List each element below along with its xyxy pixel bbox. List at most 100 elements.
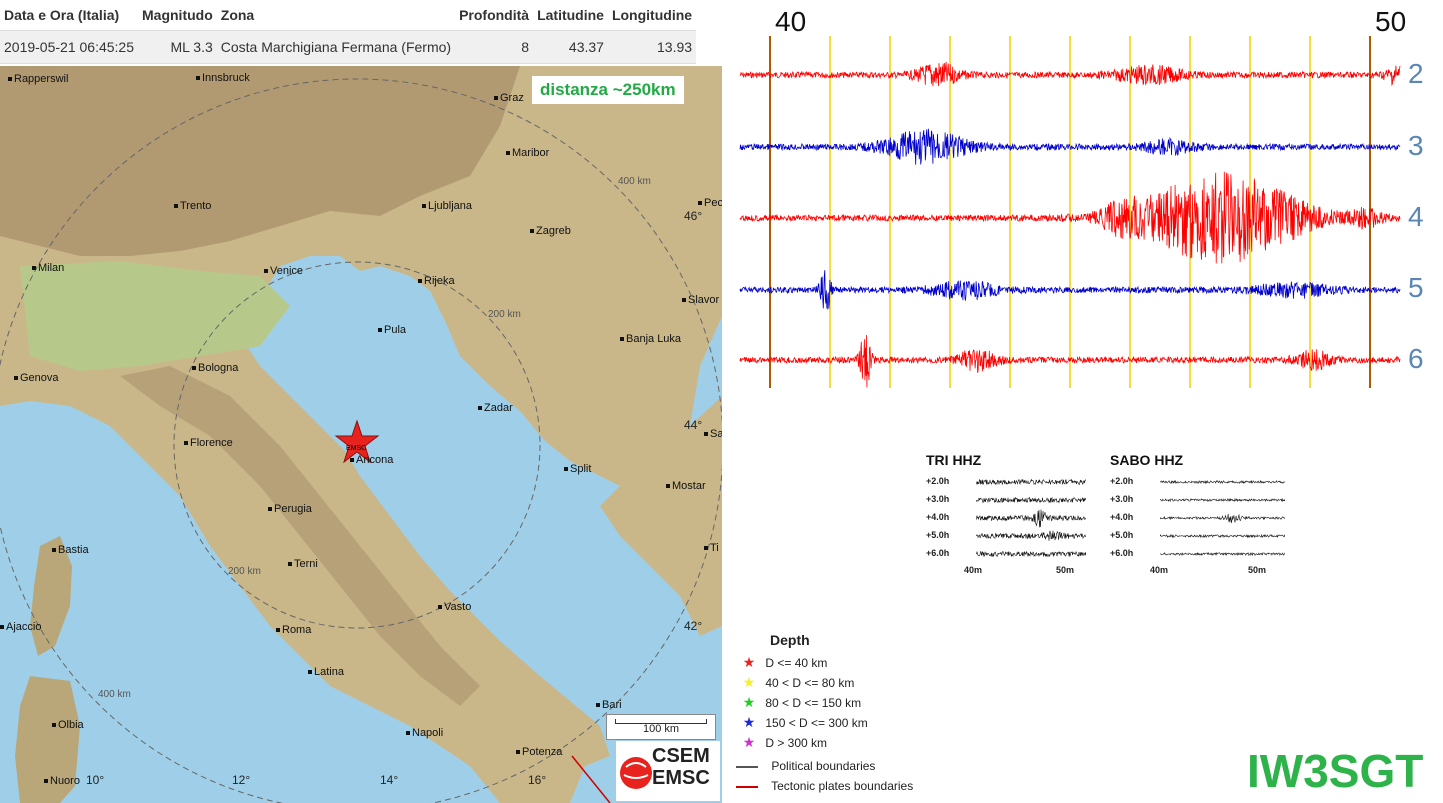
lon-label: 12° [232,773,251,787]
helicorder-row-label: +3.0h [926,494,950,504]
globe-icon [620,757,652,789]
legend-label: Political boundaries [771,759,876,773]
legend-label: D <= 40 km [765,656,828,670]
city-label: Milan [32,262,64,274]
legend-label: Tectonic plates boundaries [771,779,914,793]
star-icon: ★ [742,714,756,730]
helicorder-row-label: +2.0h [926,476,950,486]
cell-datetime: 2019-05-21 06:45:25 [0,30,138,64]
star-icon: ★ [742,734,756,750]
legend-item: ★ 150 < D <= 300 km [736,714,868,731]
table-header-row: Data e Ora (Italia) Magnitudo Zona Profo… [0,0,696,31]
ring-label: 400 km [98,689,131,700]
helicorder-row-label: +3.0h [1110,494,1134,504]
star-icon: ★ [742,694,756,710]
legend-title: Depth [770,632,810,648]
helicorder-title: SABO HHZ [1110,452,1184,468]
helicorder-plot [1160,479,1285,557]
city-label: Zagreb [530,225,571,237]
helicorder-trace [976,496,1086,504]
city-label: Roma [276,624,311,636]
city-label: Vasto [438,601,471,613]
trace-number: 2 [1408,58,1424,89]
star-icon: ★ [742,654,756,670]
city-label: Rijeka [418,275,455,287]
col-latitude: Latitudine [537,7,604,23]
trace-number: 6 [1408,343,1424,374]
earthquake-table: Data e Ora (Italia) Magnitudo Zona Profo… [0,0,697,64]
ring-label: 400 km [618,176,651,187]
city-label: Ti [704,542,719,554]
legend-item: ★ D > 300 km [736,734,827,751]
city-label: Maribor [506,147,549,159]
city-label: Napoli [406,727,443,739]
legend-label: 80 < D <= 150 km [765,696,862,710]
col-longitude: Longitudine [611,7,693,23]
city-label: Bari [596,699,622,711]
city-label: Bastia [52,544,89,556]
political-boundary-swatch [736,765,758,768]
scale-bar: 100 km [606,714,716,740]
city-label: Ancona [350,454,393,466]
helicorder-sabo: SABO HHZ +2.0h +3.0h +4.0h +5.0h +6.0h 4… [1110,452,1285,577]
city-label: Pula [378,324,406,336]
legend-line-item: Tectonic plates boundaries [736,779,913,793]
city-label: Split [564,463,591,475]
tectonic-boundary-swatch [736,785,758,788]
cell-longitude: 13.93 [607,30,697,64]
helicorder-tri: TRI HHZ +2.0h +3.0h +4.0h +5.0h +6.0h 40… [926,452,1101,577]
lat-label: 42° [684,619,703,633]
helicorder-trace [976,550,1086,558]
city-label: Banja Luka [620,333,681,345]
city-label: Slavor [682,294,719,306]
helicorder-row-label: +6.0h [926,548,950,558]
col-magnitude: Magnitudo [142,7,213,23]
helicorder-x-end: 50m [1056,565,1075,575]
helicorder-row-label: +6.0h [1110,548,1134,558]
helicorder-x-start: 40m [964,565,983,575]
seismogram-plot [739,36,1401,388]
legend-label: 150 < D <= 300 km [765,716,868,730]
helicorder-trace [976,478,1086,486]
star-icon: ★ [742,674,756,690]
table-row: 2019-05-21 06:45:25 ML 3.3 Costa Marchig… [0,30,697,64]
helicorder-trace [1160,497,1285,503]
helicorder-trace [1160,533,1285,539]
city-label: Mostar [666,480,706,492]
lon-label: 16° [528,773,547,787]
legend-label: 40 < D <= 80 km [765,676,855,690]
callsign: IW3SGT [1247,745,1424,797]
helicorder-x-end: 50m [1248,565,1267,575]
lon-label: 14° [380,773,399,787]
col-zone: Zona [220,7,255,23]
city-label: Potenza [516,746,562,758]
epicenter-map: EMSC distanza ~250km 400 km 200 km 200 k… [0,66,722,803]
logo-line2: EMSC [652,767,710,789]
helicorder-row-label: +2.0h [1110,476,1134,486]
helicorder-title: TRI HHZ [926,452,982,468]
col-datetime: Data e Ora (Italia) [4,7,120,23]
city-label: Venice [264,265,303,277]
city-label: Florence [184,437,233,449]
city-label: Genova [14,372,59,384]
city-label: Ljubljana [422,200,472,212]
legend-label: D > 300 km [765,736,828,750]
trace-number: 5 [1408,272,1424,303]
city-label: Latina [308,666,344,678]
city-label: Ajaccio [0,621,41,633]
helicorder-trace [1160,551,1285,557]
lon-label: 10° [86,773,105,787]
city-label: Bologna [192,362,238,374]
helicorder-row-label: +5.0h [926,530,950,540]
lat-label: 44° [684,418,703,432]
lat-label: 46° [684,209,703,223]
distance-label: distanza ~250km [532,76,684,104]
helicorder-row-label: +4.0h [1110,512,1134,522]
legend-line-item: Political boundaries [736,759,875,773]
trace-number: 4 [1408,201,1424,232]
logo-text: CSEM EMSC [652,745,710,789]
helicorder-trace [1160,479,1285,485]
logo-line1: CSEM [652,745,710,767]
city-label: Olbia [52,719,84,731]
col-depth: Profondità [459,7,530,23]
